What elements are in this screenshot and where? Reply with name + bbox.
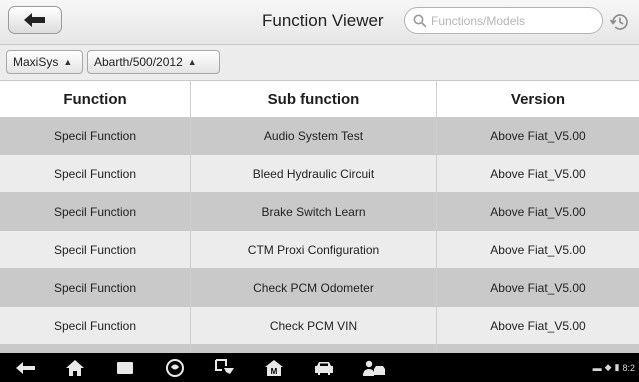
page-title: Function Viewer: [262, 11, 384, 30]
battery-icon: ▮: [614, 362, 620, 372]
svg-text:M: M: [271, 367, 278, 376]
sub-function-cell: CTM Proxi Configuration: [247, 242, 380, 257]
table-header: Function Sub function Version: [0, 81, 639, 118]
vehicle-icon[interactable]: [312, 357, 336, 379]
table-row[interactable]: Specil Function Check PCM VIN Above Fiat…: [0, 307, 639, 345]
history-button[interactable]: [608, 10, 632, 34]
maxisys-home-icon[interactable]: M: [262, 357, 286, 379]
column-divider: [436, 81, 437, 353]
sub-function-cell: Check PCM Odometer: [253, 280, 374, 295]
table-row[interactable]: Specil Function Check PCM Odometer Above…: [0, 269, 639, 307]
table-row-partial[interactable]: [0, 345, 639, 353]
status-time: 8:2: [622, 362, 635, 373]
function-viewer-screen: Function Viewer MaxiSys ▲ Abarth/500/201…: [0, 0, 639, 382]
filter-bar: MaxiSys ▲ Abarth/500/2012 ▲: [0, 45, 639, 81]
function-cell: Specil Function: [53, 166, 137, 181]
sub-function-cell: Bleed Hydraulic Circuit: [252, 166, 375, 181]
function-cell: Specil Function: [53, 318, 137, 333]
version-cell: Above Fiat_V5.00: [490, 280, 586, 295]
vehicle-filter-label: Abarth/500/2012: [94, 55, 183, 69]
column-header-function: Function: [63, 90, 127, 108]
table-row[interactable]: Specil Function Brake Switch Learn Above…: [0, 193, 639, 231]
sub-function-cell: Audio System Test: [263, 128, 364, 143]
vehicle-service-icon[interactable]: [362, 357, 386, 379]
wifi-icon: ◆: [604, 362, 612, 372]
version-cell: Above Fiat_V5.00: [490, 318, 586, 333]
messages-icon: ▬: [592, 362, 602, 373]
search-box[interactable]: [404, 7, 603, 34]
function-cell: Specil Function: [53, 242, 137, 257]
search-input[interactable]: [431, 13, 591, 28]
version-cell: Above Fiat_V5.00: [490, 204, 586, 219]
status-indicators: ▬ ◆ ▮ 8:2: [593, 362, 635, 373]
version-cell: Above Fiat_V5.00: [490, 128, 586, 143]
back-arrow-icon: [24, 13, 45, 27]
sub-function-cell: Brake Switch Learn: [261, 204, 366, 219]
brand-filter-dropdown[interactable]: MaxiSys ▲: [6, 50, 83, 74]
sub-function-cell: Check PCM VIN: [269, 318, 358, 333]
vehicle-filter-dropdown[interactable]: Abarth/500/2012 ▲: [87, 50, 220, 74]
back-button[interactable]: [8, 6, 62, 34]
table-row[interactable]: Specil Function Audio System Test Above …: [0, 117, 639, 155]
table-row[interactable]: Specil Function CTM Proxi Configuration …: [0, 231, 639, 269]
version-cell: Above Fiat_V5.00: [490, 166, 586, 181]
function-cell: Specil Function: [53, 280, 137, 295]
recent-apps-icon[interactable]: [113, 357, 137, 379]
brand-filter-label: MaxiSys: [13, 55, 59, 69]
screen-capture-icon[interactable]: [213, 357, 237, 379]
browser-icon[interactable]: [163, 357, 187, 379]
column-header-version: Version: [510, 90, 566, 108]
version-cell: Above Fiat_V5.00: [490, 242, 586, 257]
table-row[interactable]: Specil Function Bleed Hydraulic Circuit …: [0, 155, 639, 193]
history-icon: [609, 14, 628, 30]
system-navigation-bar: M ▬ ◆ ▮ 8:2: [0, 353, 639, 382]
header-bar: Function Viewer: [0, 0, 639, 45]
column-divider: [190, 81, 191, 353]
search-icon: [413, 14, 427, 27]
back-arrow-icon[interactable]: [14, 357, 38, 379]
function-cell: Specil Function: [53, 128, 137, 143]
home-icon[interactable]: [63, 357, 87, 379]
dropdown-arrow-icon: ▲: [187, 57, 197, 67]
dropdown-arrow-icon: ▲: [63, 57, 73, 67]
function-cell: Specil Function: [53, 204, 137, 219]
column-header-sub-function: Sub function: [267, 90, 360, 108]
